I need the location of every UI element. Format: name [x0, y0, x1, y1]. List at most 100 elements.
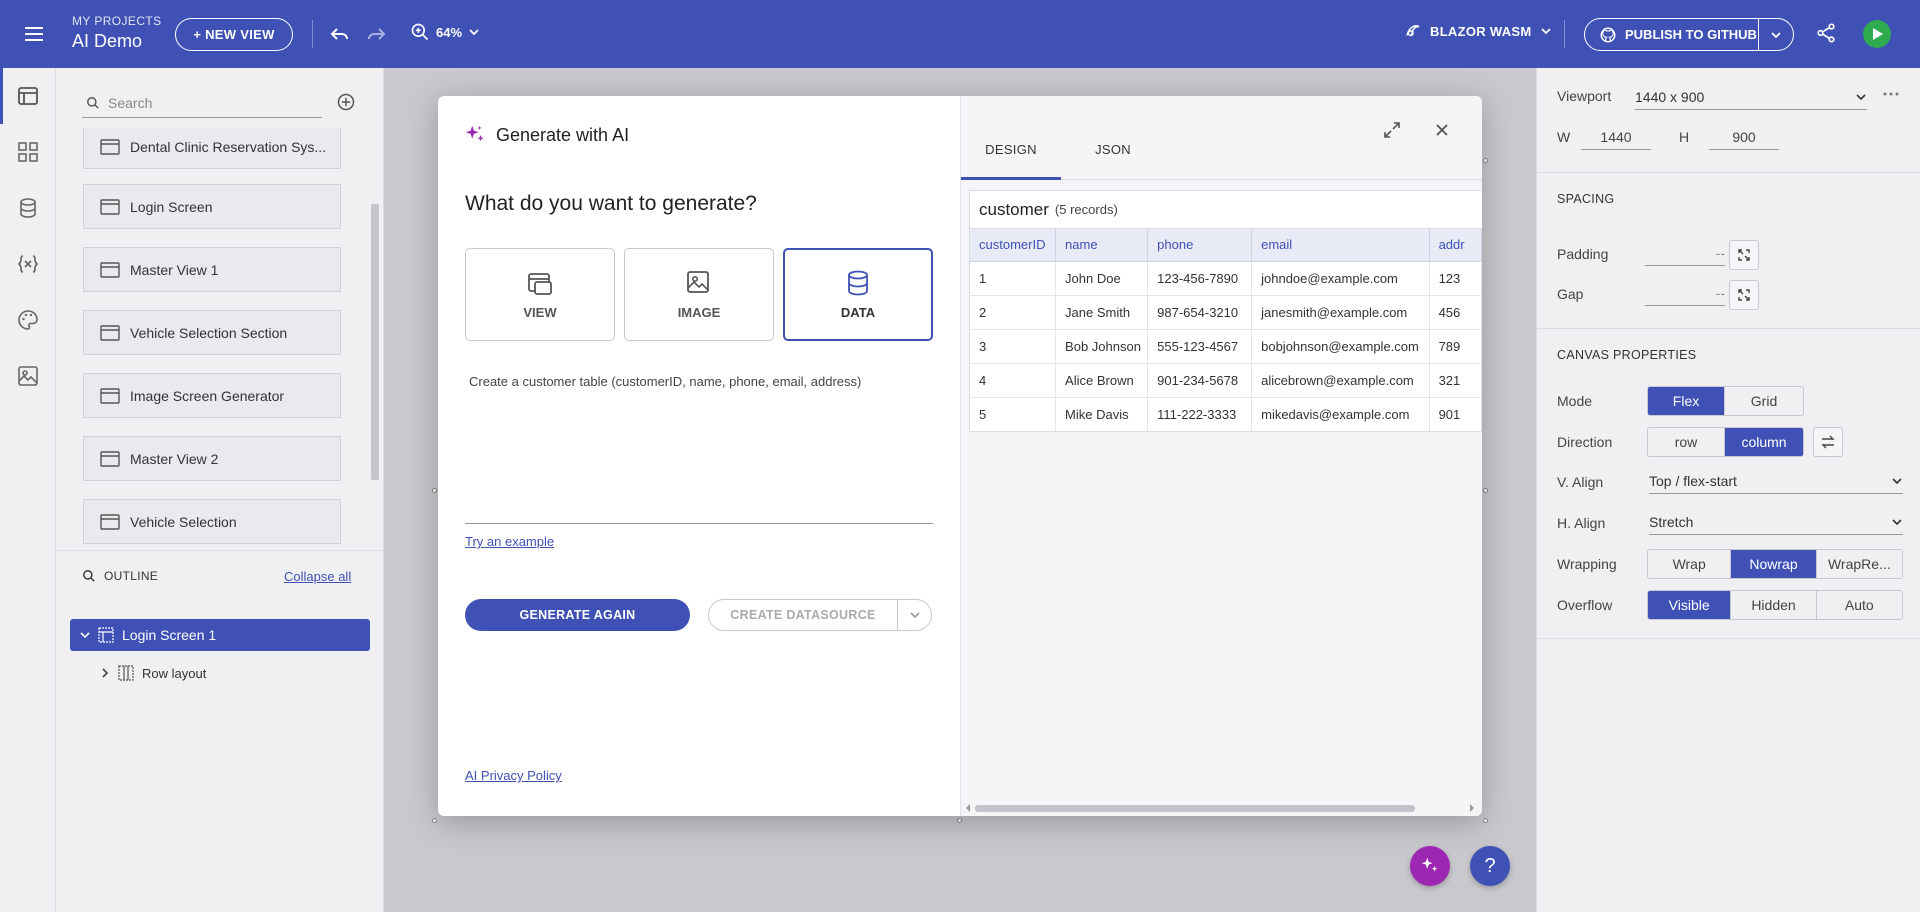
- column-header[interactable]: customerID: [970, 229, 1057, 262]
- tab-design[interactable]: DESIGN: [961, 142, 1061, 180]
- page-item[interactable]: Login Screen: [83, 184, 341, 229]
- resize-handle[interactable]: [432, 488, 437, 493]
- variables-icon[interactable]: [0, 236, 56, 292]
- publish-button[interactable]: PUBLISH TO GITHUB: [1585, 19, 1759, 50]
- direction-row-button[interactable]: row: [1648, 428, 1726, 456]
- project-breadcrumb[interactable]: MY PROJECTS: [72, 14, 162, 28]
- wrap-reverse-button[interactable]: WrapRe...: [1817, 550, 1902, 578]
- chevron-down-icon: [1856, 93, 1866, 100]
- gap-link-button[interactable]: [1729, 280, 1759, 310]
- resize-handle[interactable]: [1483, 488, 1488, 493]
- reverse-direction-button[interactable]: [1813, 427, 1843, 457]
- scrollbar-thumb[interactable]: [371, 204, 379, 480]
- page-item[interactable]: Master View 2: [83, 436, 341, 481]
- width-input[interactable]: 1440: [1581, 124, 1651, 150]
- resize-handle[interactable]: [432, 818, 437, 823]
- scroll-right-icon[interactable]: [1469, 804, 1475, 812]
- prompt-textarea[interactable]: Create a customer table (customerID, nam…: [469, 374, 929, 389]
- collapse-all-link[interactable]: Collapse all: [284, 569, 351, 584]
- choice-data[interactable]: DATA: [783, 248, 933, 341]
- resize-handle[interactable]: [957, 818, 962, 823]
- tab-json[interactable]: JSON: [1061, 142, 1165, 180]
- generate-again-button[interactable]: GENERATE AGAIN: [465, 599, 690, 631]
- zoom-control[interactable]: 64%: [410, 22, 480, 42]
- scroll-left-icon[interactable]: [965, 804, 971, 812]
- table-row[interactable]: 5 Mike Davis 111-222-3333 mikedavis@exam…: [970, 397, 1482, 431]
- create-datasource-button[interactable]: CREATE DATASOURCE: [709, 600, 898, 630]
- wrap-button[interactable]: Wrap: [1648, 550, 1732, 578]
- direction-label: Direction: [1557, 434, 1613, 450]
- search-input[interactable]: Search: [82, 88, 322, 118]
- table-row[interactable]: 3 Bob Johnson 555-123-4567 bobjohnson@ex…: [970, 329, 1482, 364]
- hamburger-menu-icon[interactable]: [22, 22, 46, 46]
- mode-flex-button[interactable]: Flex: [1648, 387, 1726, 415]
- column-header[interactable]: email: [1251, 229, 1430, 262]
- page-item[interactable]: Vehicle Selection: [83, 499, 341, 544]
- height-input[interactable]: 900: [1709, 124, 1779, 150]
- table-row[interactable]: 1 John Doe 123-456-7890 johndoe@example.…: [970, 261, 1482, 296]
- add-page-icon[interactable]: [336, 92, 356, 112]
- publish-label: PUBLISH TO GITHUB: [1625, 27, 1757, 42]
- valign-select[interactable]: Top / flex-start: [1649, 468, 1903, 494]
- column-header[interactable]: phone: [1147, 229, 1253, 262]
- grid-record-count: (5 records): [1054, 202, 1118, 217]
- scrollbar-thumb[interactable]: [975, 805, 1415, 812]
- assets-icon[interactable]: [0, 348, 56, 404]
- privacy-policy-link[interactable]: AI Privacy Policy: [465, 768, 562, 783]
- undo-icon[interactable]: [328, 22, 352, 46]
- gap-input[interactable]: --: [1645, 280, 1725, 306]
- overflow-hidden-button[interactable]: Hidden: [1731, 591, 1817, 619]
- components-icon[interactable]: [0, 124, 56, 180]
- overflow-auto-button[interactable]: Auto: [1817, 591, 1902, 619]
- tree-item-row-layout[interactable]: Row layout: [100, 658, 206, 688]
- try-example-link[interactable]: Try an example: [465, 534, 554, 549]
- redo-icon[interactable]: [364, 22, 388, 46]
- padding-link-button[interactable]: [1729, 240, 1759, 270]
- page-item[interactable]: Dental Clinic Reservation Sys...: [83, 128, 341, 169]
- table-row[interactable]: 4 Alice Brown 901-234-5678 alicebrown@ex…: [970, 363, 1482, 398]
- help-button[interactable]: ?: [1470, 846, 1510, 886]
- page-item[interactable]: Master View 1: [83, 247, 341, 292]
- resize-handle[interactable]: [1483, 818, 1488, 823]
- publish-dropdown-button[interactable]: [1759, 19, 1793, 50]
- scrollbar-track[interactable]: [314, 140, 322, 618]
- overflow-visible-button[interactable]: Visible: [1648, 591, 1732, 619]
- halign-select[interactable]: Stretch: [1649, 509, 1903, 535]
- run-button[interactable]: [1863, 20, 1891, 48]
- direction-column-button[interactable]: column: [1725, 428, 1803, 456]
- database-icon[interactable]: [0, 180, 56, 236]
- share-icon[interactable]: [1815, 22, 1837, 44]
- prompt-underline: [465, 523, 933, 524]
- choice-view[interactable]: VIEW: [465, 248, 615, 341]
- more-options-icon[interactable]: [1883, 92, 1899, 96]
- column-header[interactable]: name: [1055, 229, 1149, 262]
- choice-image[interactable]: IMAGE: [624, 248, 774, 341]
- chevron-down-icon[interactable]: [80, 630, 90, 640]
- page-item[interactable]: Vehicle Selection Section: [83, 310, 341, 355]
- resize-handle[interactable]: [1483, 158, 1488, 163]
- expand-icon[interactable]: [1382, 120, 1402, 140]
- nowrap-button[interactable]: Nowrap: [1731, 550, 1817, 578]
- theme-palette-icon[interactable]: [0, 292, 56, 348]
- page-item[interactable]: Image Screen Generator: [83, 373, 341, 418]
- search-icon[interactable]: [82, 569, 96, 583]
- viewport-value: 1440 x 900: [1635, 88, 1705, 105]
- chevron-right-icon[interactable]: [100, 668, 110, 678]
- mode-grid-button[interactable]: Grid: [1725, 387, 1803, 415]
- horizontal-scrollbar[interactable]: [966, 804, 1475, 812]
- table-cell: John Doe: [1055, 261, 1149, 296]
- pages-panel: Search Dental Clinic Reservation Sys... …: [56, 68, 384, 912]
- framework-selector[interactable]: BLAZOR WASM: [1404, 22, 1552, 40]
- close-icon[interactable]: [1432, 120, 1452, 140]
- padding-input[interactable]: --: [1645, 240, 1725, 266]
- views-icon[interactable]: [0, 68, 56, 124]
- table-row[interactable]: 2 Jane Smith 987-654-3210 janesmith@exam…: [970, 295, 1482, 330]
- ai-assistant-button[interactable]: [1410, 846, 1450, 886]
- page-icon: [100, 261, 120, 278]
- new-view-button[interactable]: + NEW VIEW: [175, 18, 293, 51]
- tree-item-login-screen-1[interactable]: Login Screen 1: [70, 619, 370, 651]
- valign-label: V. Align: [1557, 474, 1604, 490]
- viewport-select[interactable]: 1440 x 900: [1635, 84, 1867, 110]
- create-datasource-dropdown[interactable]: [898, 609, 931, 621]
- column-header[interactable]: addr: [1429, 229, 1482, 262]
